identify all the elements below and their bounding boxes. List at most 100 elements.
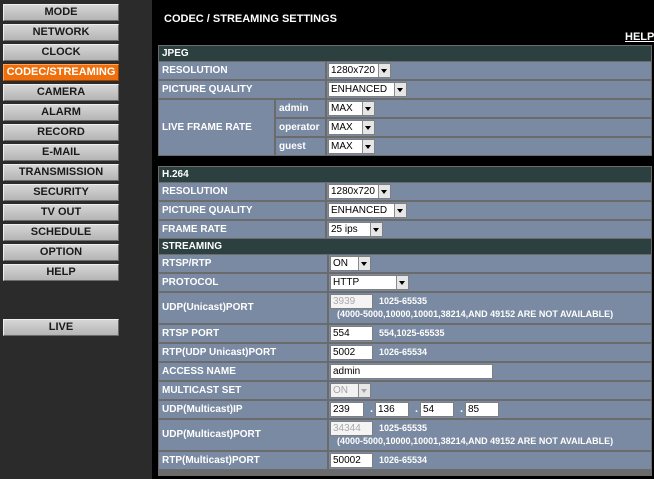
nav-mode[interactable]: MODE [3,4,119,21]
sidebar-nav: MODE NETWORK CLOCK CODEC/STREAMING CAMER… [0,0,152,479]
udp-multicast-ip-cell: 239 . 136 . 54 . 85 [329,401,651,418]
h264-panel: H.264 RESOLUTION 1280x720 PICTURE QUALIT… [158,166,652,476]
page-title: CODEC / STREAMING SETTINGS [164,13,337,25]
admin-rate-value: MAX [331,103,353,114]
nav-codec-streaming[interactable]: CODEC/STREAMING [3,64,119,81]
admin-rate-select[interactable]: MAX [328,101,375,116]
multicast-set-value: ON [333,385,348,396]
protocol-label: PROTOCOL [159,274,327,291]
multicast-ip-octet-1[interactable]: 239 [330,402,364,417]
rtp-multicast-port-cell: 50002 1026-65534 [329,452,651,469]
nav-network[interactable]: NETWORK [3,24,119,41]
udp-unicast-port-label: UDP(Unicast)PORT [159,293,327,323]
nav-live[interactable]: LIVE [3,319,119,336]
multicast-ip-octet-4[interactable]: 85 [465,402,499,417]
chevron-down-icon [362,140,374,153]
streaming-section-title: STREAMING [159,239,651,254]
chevron-down-icon [362,102,374,115]
rtp-multicast-port-label: RTP(Multicast)PORT [159,452,327,469]
chevron-down-icon [370,223,382,236]
jpeg-quality-label: PICTURE QUALITY [159,81,325,98]
rtp-multicast-range: 1026-65534 [379,455,428,465]
nav-alarm[interactable]: ALARM [3,104,119,121]
admin-rate-cell: MAX [327,100,651,117]
nav-option[interactable]: OPTION [3,244,119,261]
jpeg-frame-rate-label: LIVE FRAME RATE [159,100,274,155]
rtsp-port-cell: 554 554,1025-65535 [329,325,651,342]
rtsp-rtp-select[interactable]: ON [330,256,371,271]
nav-camera[interactable]: CAMERA [3,84,119,101]
jpeg-resolution-cell: 1280x720 [327,62,651,79]
rtsp-port-input[interactable]: 554 [330,326,373,341]
nav-tv-out[interactable]: TV OUT [3,204,119,221]
udp-unicast-range: 1025-65535 [379,296,428,306]
multicast-set-label: MULTICAST SET [159,382,327,399]
ip-dot-1: . [370,403,374,415]
chevron-down-icon [394,83,406,96]
jpeg-resolution-select[interactable]: 1280x720 [328,63,391,78]
user-admin-label: admin [276,100,325,117]
help-link[interactable]: HELP [625,31,654,43]
operator-rate-value: MAX [331,122,353,133]
h264-frame-rate-select[interactable]: 25 ips [328,222,383,237]
h264-quality-select[interactable]: ENHANCED [328,203,407,218]
h264-quality-label: PICTURE QUALITY [159,202,325,219]
h264-resolution-select[interactable]: 1280x720 [328,184,391,199]
h264-section-title: H.264 [159,167,651,182]
rtp-unicast-port-input[interactable]: 5002 [330,345,373,360]
nav-record[interactable]: RECORD [3,124,119,141]
nav-security[interactable]: SECURITY [3,184,119,201]
h264-frame-rate-value: 25 ips [331,224,358,235]
nav-transmission[interactable]: TRANSMISSION [3,164,119,181]
jpeg-quality-value: ENHANCED [331,84,388,95]
user-operator-label: operator [276,119,325,136]
udp-unicast-port-input[interactable]: 3939 [330,294,373,309]
h264-resolution-value: 1280x720 [331,186,375,197]
access-name-input[interactable]: admin [330,364,493,379]
chevron-down-icon [378,185,390,198]
multicast-set-cell: ON [329,382,651,399]
guest-rate-value: MAX [331,141,353,152]
udp-unicast-note: (4000-5000,10000,10001,38214,AND 49152 A… [337,309,614,319]
rtsp-port-range: 554,1025-65535 [379,328,445,338]
operator-rate-cell: MAX [327,119,651,136]
rtp-multicast-port-input[interactable]: 50002 [330,453,373,468]
protocol-value: HTTP [333,277,360,288]
ip-dot-2: . [415,403,419,415]
rtp-unicast-range: 1026-65534 [379,347,428,357]
jpeg-quality-select[interactable]: ENHANCED [328,82,407,97]
guest-rate-select[interactable]: MAX [328,139,375,154]
jpeg-quality-cell: ENHANCED [327,81,651,98]
chevron-down-icon [362,121,374,134]
nav-help[interactable]: HELP [3,264,119,281]
h264-quality-cell: ENHANCED [327,202,651,219]
udp-multicast-note: (4000-5000,10000,10001,38214,AND 49152 A… [337,436,614,446]
protocol-select[interactable]: HTTP [330,275,409,290]
chevron-down-icon [396,276,408,289]
access-name-cell: admin [329,363,651,380]
udp-multicast-port-input[interactable]: 34344 [330,421,373,436]
multicast-ip-octet-2[interactable]: 136 [375,402,409,417]
jpeg-resolution-value: 1280x720 [331,65,375,76]
udp-unicast-port-cell: 3939 1025-65535 (4000-5000,10000,10001,3… [329,293,651,323]
rtp-unicast-port-label: RTP(UDP Unicast)PORT [159,344,327,361]
udp-multicast-range: 1025-65535 [379,423,428,433]
jpeg-section-title: JPEG [159,46,651,61]
chevron-down-icon [358,257,370,270]
nav-email[interactable]: E-MAIL [3,144,119,161]
nav-schedule[interactable]: SCHEDULE [3,224,119,241]
protocol-cell: HTTP [329,274,651,291]
udp-multicast-ip-label: UDP(Multicast)IP [159,401,327,418]
operator-rate-select[interactable]: MAX [328,120,375,135]
rtp-unicast-port-cell: 5002 1026-65534 [329,344,651,361]
rtsp-rtp-value: ON [333,258,348,269]
chevron-down-icon [378,64,390,77]
nav-clock[interactable]: CLOCK [3,44,119,61]
multicast-ip-octet-3[interactable]: 54 [420,402,454,417]
user-guest-label: guest [276,138,325,155]
rtsp-rtp-cell: ON [329,255,651,272]
multicast-set-select[interactable]: ON [330,383,371,398]
h264-frame-rate-label: FRAME RATE [159,221,325,238]
rtsp-port-label: RTSP PORT [159,325,327,342]
h264-quality-value: ENHANCED [331,205,388,216]
